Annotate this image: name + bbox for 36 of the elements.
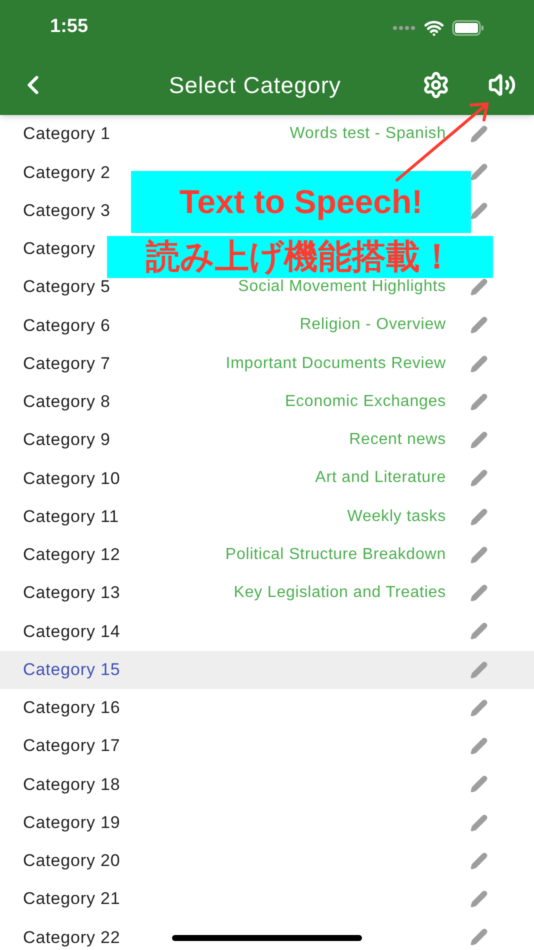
category-description: Political Structure Breakdown [225, 544, 446, 565]
category-name: Category 15 [23, 658, 120, 681]
category-name: Category 22 [23, 926, 120, 949]
category-description: Important Documents Review [226, 354, 446, 374]
category-name: Category 21 [23, 888, 120, 910]
category-name: Category 3 [23, 200, 110, 222]
category-name: Category 9 [23, 429, 110, 452]
category-name: Category 13 [23, 582, 120, 604]
category-name: Category 16 [23, 697, 120, 720]
category-name: Category 8 [23, 391, 110, 414]
read-aloud-tooltip: 読み上げ機能搭載！ [107, 236, 493, 278]
category-name: Category 10 [23, 468, 120, 490]
category-description: Economic Exchanges [284, 392, 446, 412]
category-description: Social Movement Highlights [238, 277, 446, 298]
category-description: Recent news [349, 430, 446, 450]
category-name: Category 7 [23, 352, 110, 375]
status-time: 1:55 [50, 15, 88, 40]
category-name: Category 11 [23, 506, 120, 528]
category-description: Weekly tasks [347, 506, 446, 527]
category-name: Category 18 [23, 774, 120, 796]
category-name: Category 19 [23, 812, 120, 834]
category-name: Category 12 [23, 544, 120, 566]
category-description: Key Legislation and Treaties [234, 583, 446, 604]
category-description: Religion - Overview [300, 315, 446, 336]
category-name: Category 2 [23, 162, 110, 184]
category-name: Category [23, 238, 96, 260]
category-name: Category 17 [23, 735, 120, 758]
category-name: Category 6 [23, 314, 110, 337]
category-name: Category 14 [23, 620, 120, 643]
category-name: Category 5 [23, 276, 110, 298]
category-name: Category 1 [23, 123, 110, 146]
header-title: Select Category [168, 70, 342, 100]
text-to-speech-tooltip: Text to Speech! [131, 171, 471, 233]
category-description: Art and Literature [315, 468, 446, 488]
category-description: Words test - Spanish [290, 124, 446, 144]
category-name: Category 20 [23, 850, 120, 872]
